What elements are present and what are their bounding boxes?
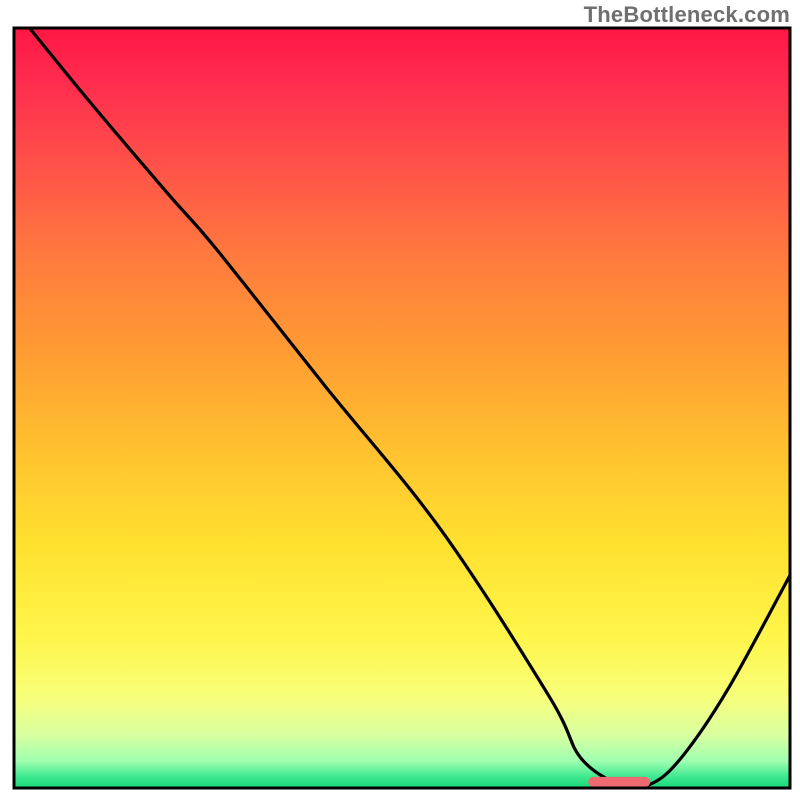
gradient-background <box>14 28 790 788</box>
watermark-label: TheBottleneck.com <box>584 2 790 28</box>
bottleneck-chart <box>0 0 800 800</box>
optimal-marker <box>588 777 650 787</box>
chart-container: TheBottleneck.com <box>0 0 800 800</box>
plot-area <box>14 28 790 788</box>
